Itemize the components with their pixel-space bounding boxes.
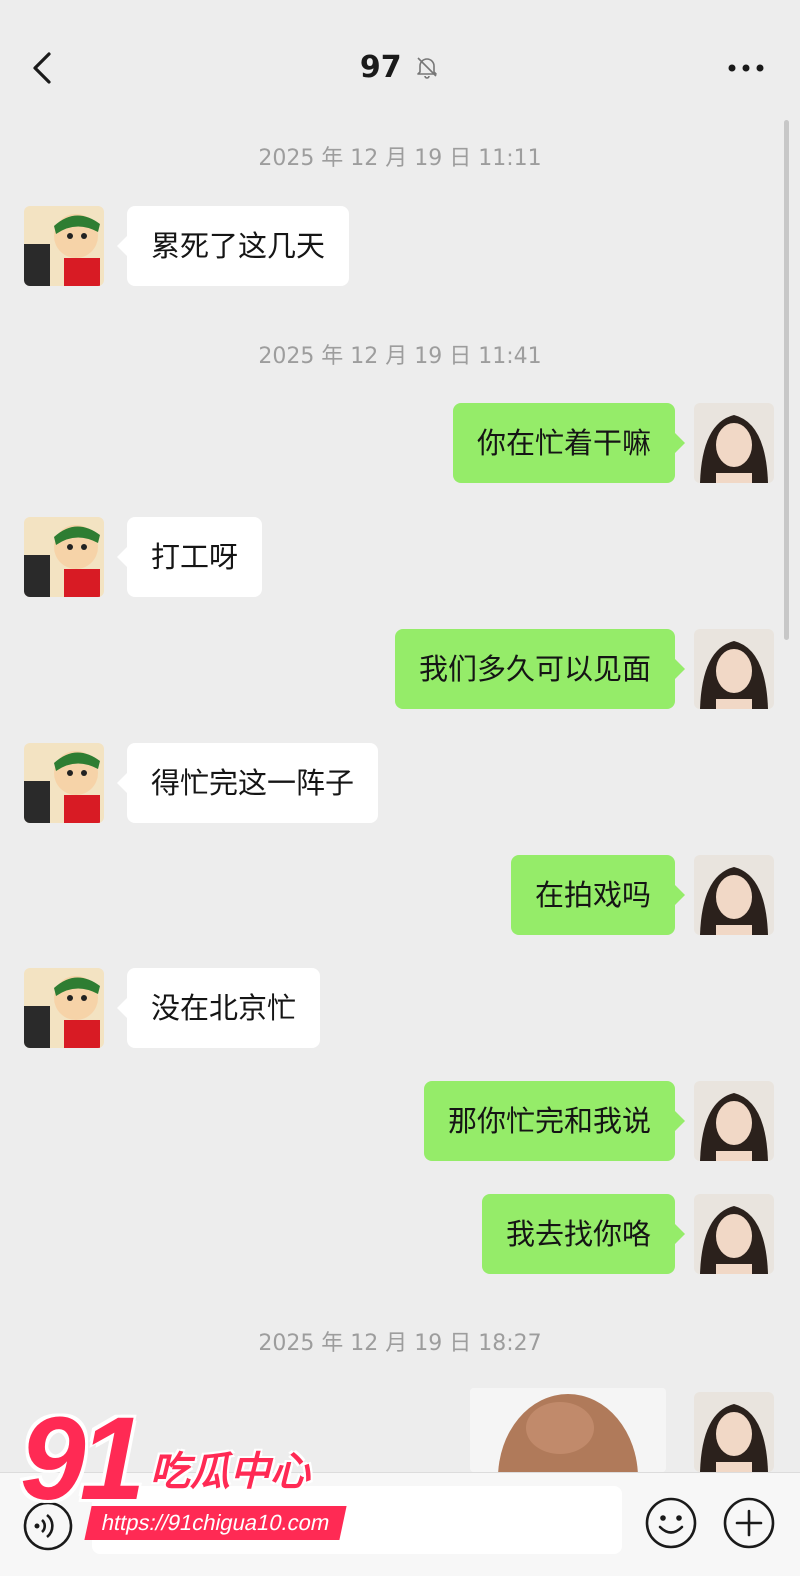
- message-bubble-incoming[interactable]: 打工呀: [116, 517, 263, 597]
- emoji-icon[interactable]: [644, 1496, 698, 1550]
- contact-avatar[interactable]: [24, 968, 104, 1048]
- chat-title-text: 97: [359, 50, 402, 85]
- message-bubble-incoming[interactable]: 得忙完这一阵子: [116, 743, 379, 823]
- my-avatar[interactable]: [694, 1392, 774, 1472]
- my-avatar[interactable]: [694, 629, 774, 709]
- scrollbar[interactable]: [784, 120, 789, 640]
- message-bubble-outgoing[interactable]: 你在忙着干嘛: [452, 403, 686, 483]
- cartoon-avatar-icon: [24, 517, 104, 597]
- more-ellipsis-icon[interactable]: [726, 58, 766, 78]
- contact-avatar[interactable]: [24, 517, 104, 597]
- photo-avatar-icon: [694, 1194, 774, 1274]
- photo-avatar-icon: [694, 1081, 774, 1161]
- image-message[interactable]: [470, 1388, 666, 1472]
- contact-avatar[interactable]: [24, 206, 104, 286]
- bell-off-icon: [417, 57, 437, 79]
- timestamp: 2025 年 12 月 19 日 18:27: [258, 1331, 542, 1356]
- message-bubble-outgoing[interactable]: 我去找你咯: [481, 1194, 686, 1274]
- plus-icon[interactable]: [722, 1496, 776, 1550]
- message-bubble-incoming[interactable]: 累死了这几天: [116, 206, 350, 286]
- cartoon-avatar-icon: [24, 743, 104, 823]
- photo-avatar-icon: [694, 855, 774, 935]
- watermark-number: 91: [20, 1393, 145, 1525]
- my-avatar[interactable]: [694, 403, 774, 483]
- chat-title: 97: [0, 50, 800, 85]
- photo-avatar-icon: [694, 403, 774, 483]
- chat-header: 97: [0, 0, 800, 130]
- my-avatar[interactable]: [694, 855, 774, 935]
- timestamp: 2025 年 12 月 19 日 11:41: [258, 344, 542, 369]
- cartoon-avatar-icon: [24, 968, 104, 1048]
- watermark-name: 吃瓜中心: [150, 1449, 310, 1495]
- photo-thumbnail-icon: [470, 1388, 666, 1472]
- my-avatar[interactable]: [694, 1081, 774, 1161]
- timestamp: 2025 年 12 月 19 日 11:11: [258, 146, 542, 171]
- watermark-url: https://91chigua10.com: [84, 1506, 348, 1540]
- cartoon-avatar-icon: [24, 206, 104, 286]
- contact-avatar[interactable]: [24, 743, 104, 823]
- photo-avatar-icon: [694, 629, 774, 709]
- message-bubble-incoming[interactable]: 没在北京忙: [116, 968, 321, 1048]
- message-bubble-outgoing[interactable]: 我们多久可以见面: [394, 629, 686, 709]
- message-bubble-outgoing[interactable]: 那你忙完和我说: [423, 1081, 686, 1161]
- my-avatar[interactable]: [694, 1194, 774, 1274]
- photo-avatar-icon: [694, 1392, 774, 1472]
- message-bubble-outgoing[interactable]: 在拍戏吗: [510, 855, 686, 935]
